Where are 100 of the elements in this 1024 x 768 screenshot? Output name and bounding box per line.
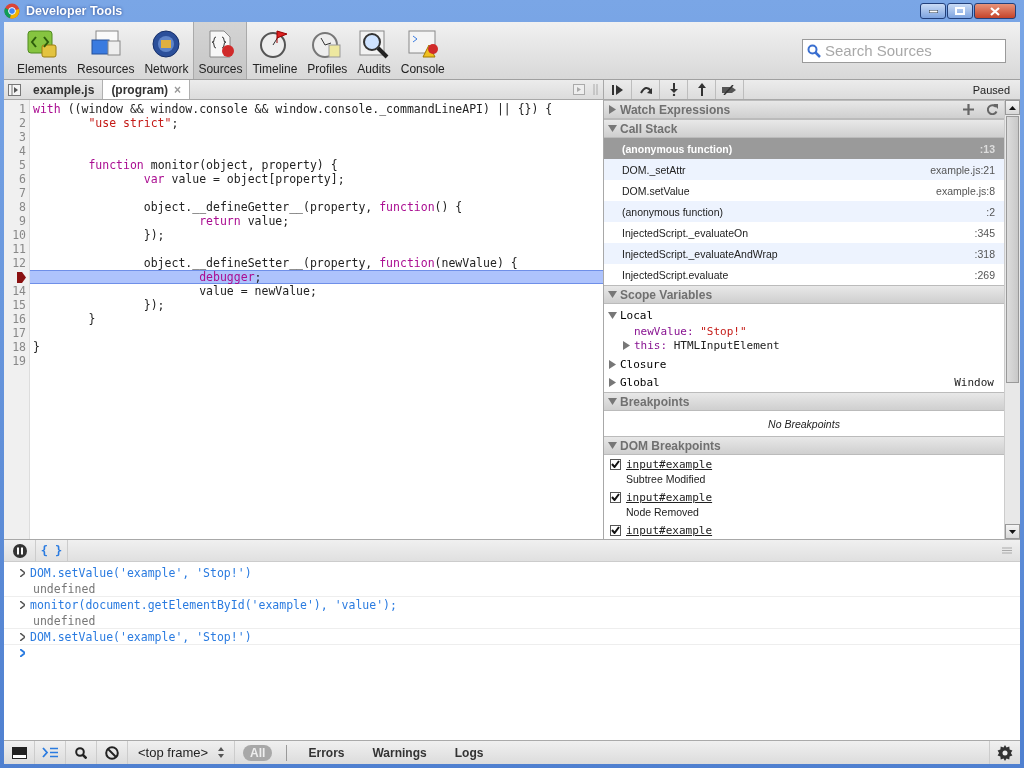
prompt-chevron-icon — [20, 601, 25, 609]
deactivate-breakpoints-icon[interactable] — [721, 84, 738, 95]
file-tab[interactable]: example.js — [25, 80, 103, 99]
minimize-icon — [928, 9, 938, 13]
line-number: 17 — [12, 326, 26, 340]
select-arrows-icon — [218, 747, 225, 758]
collapsed-triangle-icon[interactable] — [622, 340, 631, 350]
filter-tab[interactable]: Logs — [447, 744, 491, 761]
toolbar-tab[interactable]: Timeline — [247, 22, 303, 79]
search-icon[interactable] — [75, 746, 87, 759]
expanded-triangle-icon[interactable] — [608, 441, 617, 450]
call-frame[interactable]: DOM._setAttr example.js:21 — [604, 159, 1004, 180]
toolbar-tab[interactable]: Network — [139, 22, 194, 79]
filter-tab[interactable]: Warnings — [365, 744, 434, 761]
minimize-button[interactable] — [920, 3, 946, 19]
scope-name[interactable]: Local — [620, 308, 654, 322]
result-text: undefined — [33, 613, 96, 628]
call-frame[interactable]: (anonymous function) :2 — [604, 201, 1004, 222]
line-number: 8 — [19, 200, 26, 214]
magnifier-icon — [358, 29, 391, 59]
line-number: 16 — [12, 312, 26, 326]
line-number: 10 — [12, 228, 26, 242]
pause-icon[interactable] — [12, 543, 27, 558]
scrollbar[interactable] — [1004, 100, 1020, 539]
refresh-icon[interactable] — [987, 104, 998, 115]
command-text: monitor(document.getElementById('example'), 'value'); — [30, 598, 397, 612]
collapsed-triangle-icon[interactable] — [608, 105, 617, 114]
sidebar-toggle-icon[interactable] — [8, 83, 21, 96]
line-number: 19 — [12, 354, 26, 368]
checkbox[interactable] — [610, 491, 621, 503]
variable-entry: this: HTMLInputElement — [634, 338, 780, 352]
settings-icon[interactable] — [997, 744, 1013, 761]
stopwatch-icon — [311, 29, 344, 59]
console-toggle-icon[interactable] — [42, 747, 58, 758]
section-header[interactable]: Call Stack — [604, 119, 1004, 138]
step-out-icon[interactable] — [697, 83, 706, 96]
toolbar-tab[interactable]: Audits — [352, 22, 396, 79]
line-number: 5 — [19, 158, 26, 172]
line-number: 14 — [12, 284, 26, 298]
code-line: } — [33, 340, 40, 354]
line-number: 1 — [19, 102, 26, 116]
code-line: value = newValue; — [198, 284, 317, 298]
resume-icon[interactable] — [612, 84, 623, 95]
code-line: object.__defineSetter__(property, function(newValue) { — [142, 256, 518, 270]
expanded-triangle-icon[interactable] — [608, 397, 617, 406]
maximize-button[interactable] — [947, 3, 973, 19]
checkbox[interactable] — [610, 524, 621, 536]
line-number: 6 — [19, 172, 26, 186]
toolbar-tab[interactable]: Console — [395, 22, 450, 79]
section-header[interactable]: Scope Variables — [604, 285, 1004, 304]
step-into-icon[interactable] — [669, 83, 678, 96]
resize-grip-icon[interactable] — [1002, 547, 1012, 554]
add-icon[interactable] — [963, 104, 974, 115]
section-header[interactable]: Watch Expressions — [604, 100, 1004, 119]
line-number: 3 — [19, 130, 26, 144]
node-link[interactable]: input#example — [626, 523, 713, 537]
collapsed-triangle-icon[interactable] — [608, 359, 617, 369]
expanded-triangle-icon[interactable] — [608, 310, 617, 320]
window-title: Developer Tools — [26, 4, 124, 18]
app-logo-icon — [4, 3, 20, 19]
line-number: 15 — [12, 298, 26, 312]
node-link[interactable]: input#example — [626, 490, 713, 504]
code-line: } — [87, 312, 96, 326]
node-link[interactable]: input#example — [626, 457, 713, 471]
collapsed-triangle-icon[interactable] — [608, 377, 617, 387]
scroll-down-icon[interactable] — [1009, 529, 1016, 534]
section-header[interactable]: Breakpoints — [604, 392, 1004, 411]
expanded-triangle-icon[interactable] — [608, 124, 617, 133]
debugger-status: Paused — [972, 83, 1010, 96]
frame-select[interactable]: <top frame> — [128, 741, 236, 764]
checkbox[interactable] — [610, 458, 621, 470]
documents-icon — [89, 29, 122, 59]
line-number: 11 — [12, 242, 26, 256]
panel-toggle-icon[interactable] — [573, 84, 585, 95]
filter-tab[interactable]: Errors — [301, 744, 352, 761]
toolbar-tab[interactable]: Profiles — [302, 22, 353, 79]
toolbar-tab[interactable]: Sources — [193, 22, 248, 79]
breakpoint-type: Subtree Modified — [625, 472, 707, 487]
scroll-up-icon[interactable] — [1009, 105, 1016, 110]
close-icon — [990, 6, 1000, 16]
file-tab[interactable]: (program) × — [102, 80, 191, 99]
scope-name[interactable]: Closure — [620, 357, 667, 371]
expanded-triangle-icon[interactable] — [608, 290, 617, 299]
console-warning-icon — [406, 29, 439, 59]
toolbar-tab[interactable]: Resources — [72, 22, 140, 79]
dock-icon[interactable] — [11, 746, 27, 759]
close-button[interactable] — [974, 3, 1016, 19]
toolbar-tab[interactable]: Elements — [12, 22, 73, 79]
scope-name[interactable]: Global — [620, 375, 660, 389]
result-text: undefined — [33, 581, 96, 596]
line-number: 9 — [19, 214, 26, 228]
line-number: 4 — [19, 144, 26, 158]
call-frame[interactable]: InjectedScript._evaluateAndWrap :318 — [604, 243, 1004, 264]
section-header[interactable]: DOM Breakpoints — [604, 436, 1004, 455]
clear-icon[interactable] — [105, 745, 119, 760]
search-field[interactable]: Search Sources — [802, 38, 1006, 63]
variable-entry: newValue: "Stop!" — [634, 324, 747, 338]
code-line: var value = object[property]; — [142, 172, 345, 186]
step-over-icon[interactable] — [638, 84, 653, 95]
code-line: }); — [142, 298, 165, 312]
